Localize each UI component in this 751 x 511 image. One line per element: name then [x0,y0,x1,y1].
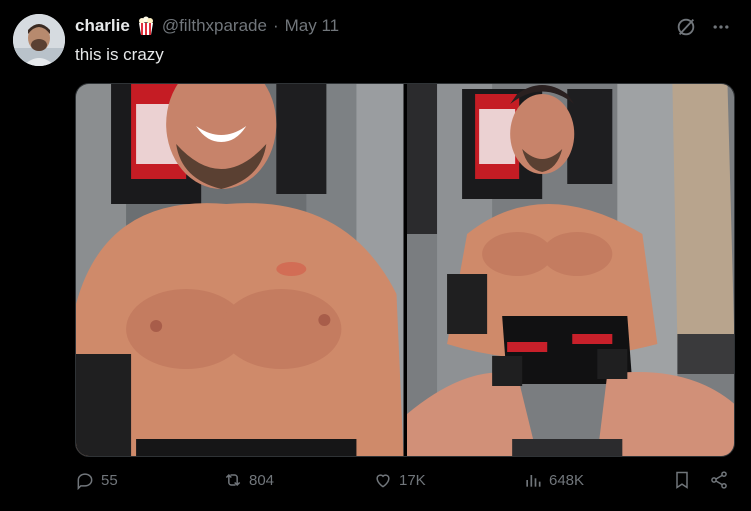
reply-button[interactable]: 55 [75,470,118,490]
bookmark-button[interactable] [672,470,692,490]
grok-icon[interactable] [675,16,697,38]
reply-icon [77,473,93,490]
author-name[interactable]: charlie [75,16,130,36]
like-button[interactable]: 17K [373,470,426,490]
views-icon [526,475,541,487]
author-handle[interactable]: @filthxparade [162,16,267,36]
popcorn-icon [136,16,156,36]
repost-button[interactable]: 804 [223,470,274,490]
tweet-text: this is crazy [75,45,164,64]
avatar[interactable] [13,14,65,66]
media-photo-2[interactable] [406,84,734,456]
more-dots-icon[interactable] [711,17,731,37]
repost-count: 804 [249,471,275,489]
like-count: 17K [399,471,426,489]
top-actions [675,16,731,38]
separator-dot: · [272,16,279,35]
share-icon [711,471,727,489]
share-button[interactable] [709,470,729,490]
action-bar: 55 804 17K 648K [75,470,735,496]
tweet-date[interactable]: May 11 [285,16,340,36]
media-photo-1[interactable] [76,84,404,456]
media-grid [75,83,735,457]
heart-icon [376,474,390,488]
tweet-header: charlie @filthxparade · May 11 [75,16,339,36]
repost-icon [225,473,241,487]
views-button[interactable]: 648K [523,470,584,490]
reply-count: 55 [101,471,118,489]
views-count: 648K [549,471,585,489]
bookmark-icon [676,471,688,489]
